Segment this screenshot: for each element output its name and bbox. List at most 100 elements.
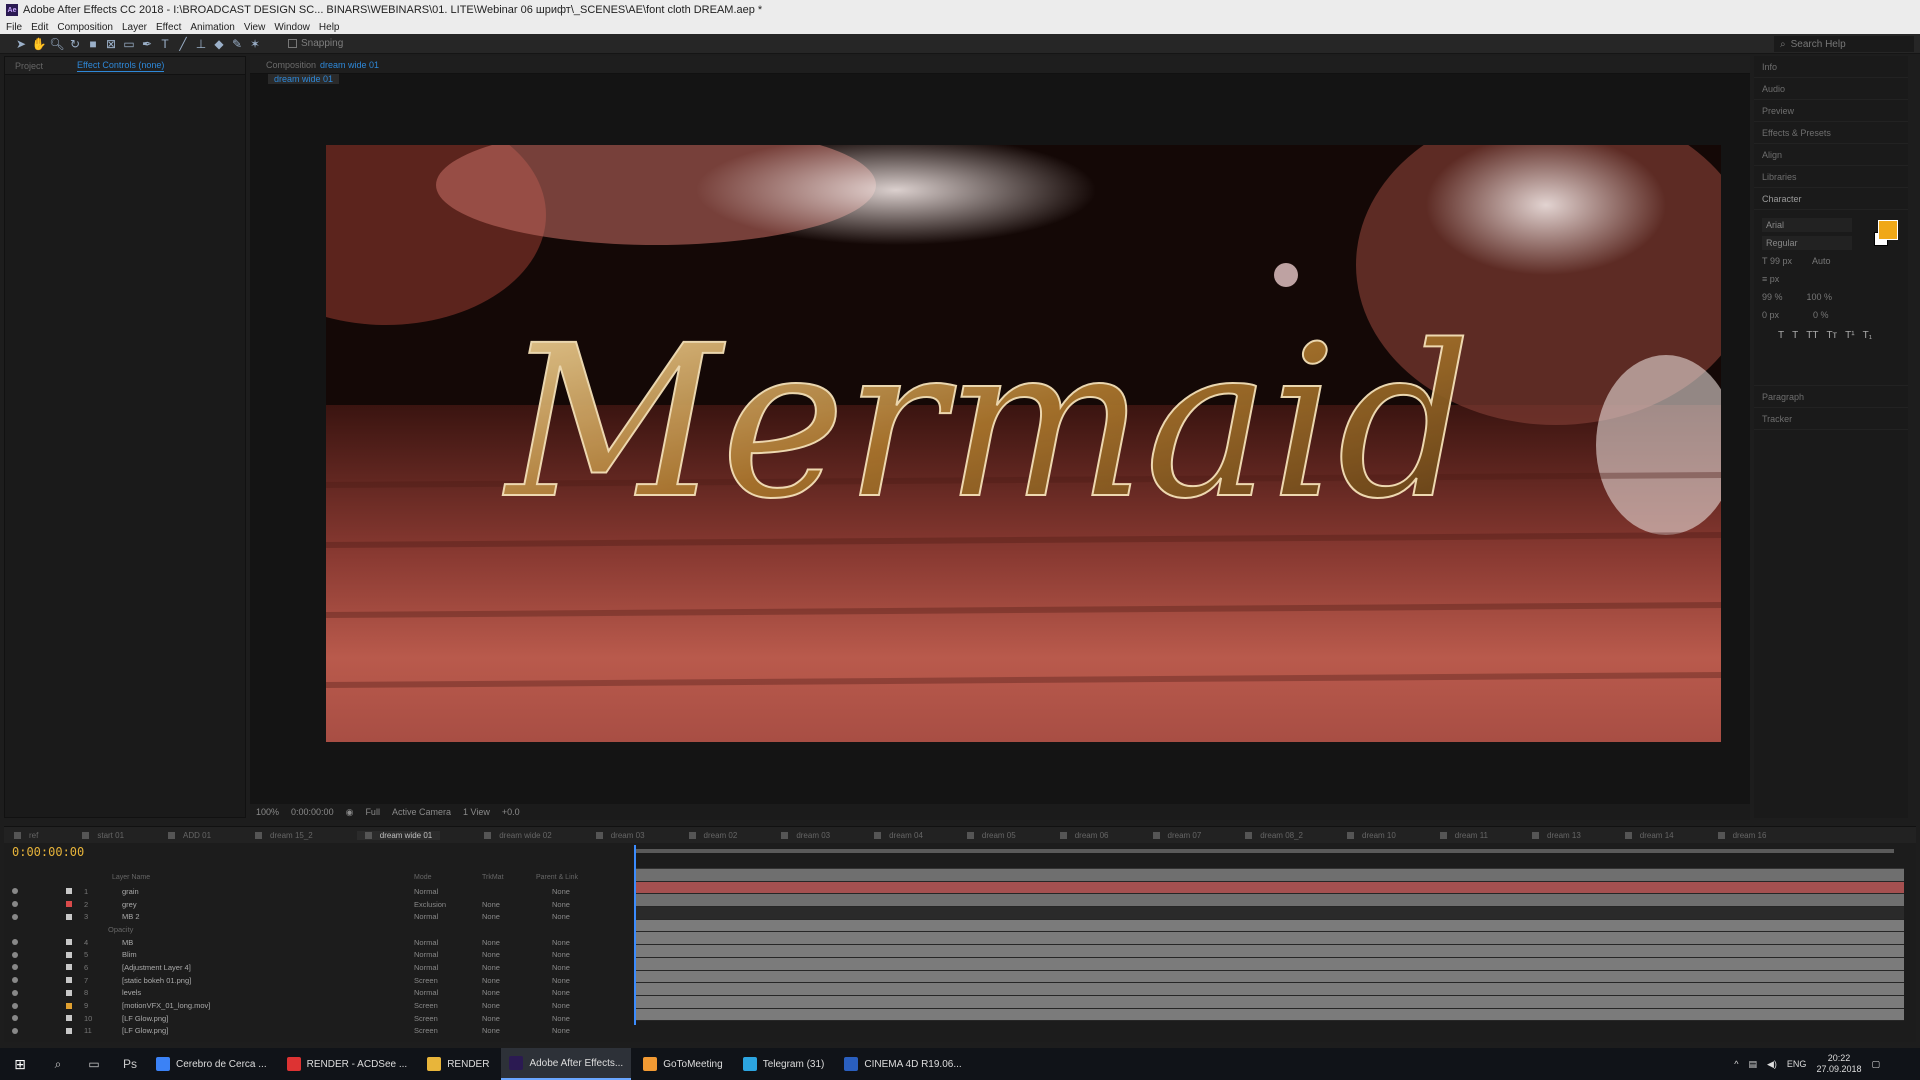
task-view-icon[interactable]: ▭ — [76, 1048, 112, 1080]
layer-name[interactable]: grey — [122, 900, 137, 909]
layer-parent[interactable]: None — [552, 912, 570, 921]
timeline-tab[interactable]: dream 05 — [966, 831, 1016, 840]
layer-label-color[interactable] — [66, 1015, 72, 1022]
visibility-eye-icon[interactable] — [12, 913, 18, 920]
timeline-tab[interactable]: dream 14 — [1624, 831, 1674, 840]
layer-name[interactable]: grain — [122, 887, 139, 896]
layer-track-bar[interactable] — [634, 957, 1904, 971]
layer-parent[interactable]: None — [552, 900, 570, 909]
menu-composition[interactable]: Composition — [57, 22, 113, 33]
leading-value[interactable]: Auto — [1812, 256, 1831, 266]
layer-trkmat[interactable]: None — [482, 900, 500, 909]
layer-parent[interactable]: None — [552, 963, 570, 972]
stroke-width-unit[interactable]: px — [1770, 274, 1780, 284]
timeline-tab[interactable]: dream wide 02 — [484, 831, 552, 840]
panel-audio[interactable]: Audio — [1754, 78, 1908, 100]
layer-label-color[interactable] — [66, 964, 72, 971]
layer-name[interactable]: levels — [122, 988, 141, 997]
layer-name[interactable]: [LF Glow.png] — [122, 1014, 168, 1023]
layer-row[interactable]: 7 [static bokeh 01.png] Screen None None — [4, 974, 634, 987]
layer-parent[interactable]: None — [552, 938, 570, 947]
layer-mode[interactable]: Exclusion — [414, 900, 446, 909]
layer-trkmat[interactable]: None — [482, 1001, 500, 1010]
exposure-value[interactable]: +0.0 — [502, 807, 520, 817]
resolution-dropdown[interactable]: Full — [365, 807, 380, 817]
layer-mode[interactable]: Normal — [414, 912, 438, 921]
snapping-toggle[interactable]: Snapping — [288, 38, 343, 49]
panel-libraries[interactable]: Libraries — [1754, 166, 1908, 188]
hand-tool-icon[interactable]: ✋ — [30, 36, 48, 52]
all-caps-button[interactable]: TT — [1806, 330, 1818, 341]
timeline-tab[interactable]: dream 08_2 — [1245, 831, 1303, 840]
menu-file[interactable]: File — [6, 22, 22, 33]
layer-row[interactable]: 3 MB 2 Normal None None — [4, 910, 634, 923]
layer-row[interactable]: 9 [motionVFX_01_long.mov] Screen None None — [4, 999, 634, 1012]
layer-trkmat[interactable]: None — [482, 963, 500, 972]
zoom-tool-icon[interactable]: 🔍︎ — [48, 36, 66, 52]
photoshop-icon[interactable]: Ps — [112, 1048, 148, 1080]
timeline-tab[interactable]: dream 16 — [1717, 831, 1766, 840]
layer-name[interactable]: [static bokeh 01.png] — [122, 976, 191, 985]
timeline-tab[interactable]: start 01 — [82, 831, 124, 840]
layer-parent[interactable]: None — [552, 1014, 570, 1023]
layer-row[interactable]: 1 grain Normal None — [4, 885, 634, 898]
layer-mode[interactable]: Screen — [414, 1014, 438, 1023]
menu-help[interactable]: Help — [319, 22, 340, 33]
search-help-input[interactable]: ⌕ Search Help — [1774, 36, 1914, 52]
layer-track-bar[interactable] — [634, 1008, 1904, 1022]
small-caps-button[interactable]: Tт — [1826, 330, 1837, 341]
layer-track-bar[interactable] — [634, 919, 1904, 933]
layer-track-bar[interactable] — [634, 894, 1904, 908]
layer-mode[interactable]: Screen — [414, 1026, 438, 1035]
playhead[interactable] — [634, 845, 636, 1025]
layer-track-bar[interactable] — [634, 970, 1904, 984]
layer-row[interactable]: 2 grey Exclusion None None — [4, 898, 634, 911]
layer-label-color[interactable] — [66, 989, 72, 996]
layer-row[interactable]: 6 [Adjustment Layer 4] Normal None None — [4, 961, 634, 974]
search-icon[interactable]: ⌕ — [40, 1048, 76, 1080]
layer-parent[interactable]: None — [552, 976, 570, 985]
layer-row[interactable]: 8 levels Normal None None — [4, 987, 634, 1000]
layer-row[interactable]: 5 Blim Normal None None — [4, 948, 634, 961]
views-dropdown[interactable]: 1 View — [463, 807, 490, 817]
vertical-scale-value[interactable]: 99 % — [1762, 292, 1783, 302]
menu-view[interactable]: View — [244, 22, 266, 33]
layer-track-bar[interactable] — [634, 945, 1904, 958]
layer-label-color[interactable] — [66, 977, 72, 984]
timeline-tab[interactable]: dream 11 — [1439, 831, 1488, 840]
layer-label-color[interactable] — [66, 1002, 72, 1009]
layer-row[interactable]: Opacity — [4, 923, 634, 936]
timeline-tab[interactable]: dream 06 — [1059, 831, 1109, 840]
tray-chevron-icon[interactable]: ^ — [1734, 1059, 1738, 1069]
menu-window[interactable]: Window — [274, 22, 310, 33]
clone-stamp-tool-icon[interactable]: ⊥ — [192, 36, 210, 52]
taskbar-app-button[interactable]: RENDER — [419, 1048, 497, 1080]
layer-name[interactable]: [LF Glow.png] — [122, 1026, 168, 1035]
taskbar-app-button[interactable]: GoToMeeting — [635, 1048, 730, 1080]
font-family-dropdown[interactable]: Arial — [1762, 218, 1852, 232]
zoom-dropdown[interactable]: 100% — [256, 807, 279, 817]
camera-dropdown[interactable]: Active Camera — [392, 807, 451, 817]
layer-track-bar[interactable] — [634, 983, 1904, 996]
faux-bold-button[interactable]: T — [1778, 330, 1784, 341]
layer-name[interactable]: MB — [122, 938, 133, 947]
layer-name[interactable]: Blim — [122, 950, 137, 959]
timeline-tracks[interactable] — [634, 845, 1904, 1025]
panel-info[interactable]: Info — [1754, 56, 1908, 78]
layer-name[interactable]: [Adjustment Layer 4] — [122, 963, 191, 972]
layer-parent[interactable]: None — [552, 1001, 570, 1010]
timeline-tab[interactable]: dream 15_2 — [255, 831, 313, 840]
layer-label-color[interactable] — [66, 939, 72, 946]
tab-project[interactable]: Project — [15, 61, 43, 71]
panel-character[interactable]: Character — [1754, 188, 1908, 210]
superscript-button[interactable]: T¹ — [1845, 330, 1854, 341]
pan-behind-tool-icon[interactable]: ⊠ — [102, 36, 120, 52]
layer-name[interactable]: [motionVFX_01_long.mov] — [122, 1001, 210, 1010]
layer-row[interactable]: 10 [LF Glow.png] Screen None None — [4, 1012, 634, 1025]
timeline-tab[interactable]: dream 02 — [688, 831, 737, 840]
volume-icon[interactable]: ◀) — [1767, 1059, 1777, 1070]
layer-mode[interactable]: Normal — [414, 988, 438, 997]
layer-parent[interactable]: None — [552, 1026, 570, 1035]
roto-brush-tool-icon[interactable]: ✎ — [228, 36, 246, 52]
layer-parent[interactable]: None — [552, 988, 570, 997]
